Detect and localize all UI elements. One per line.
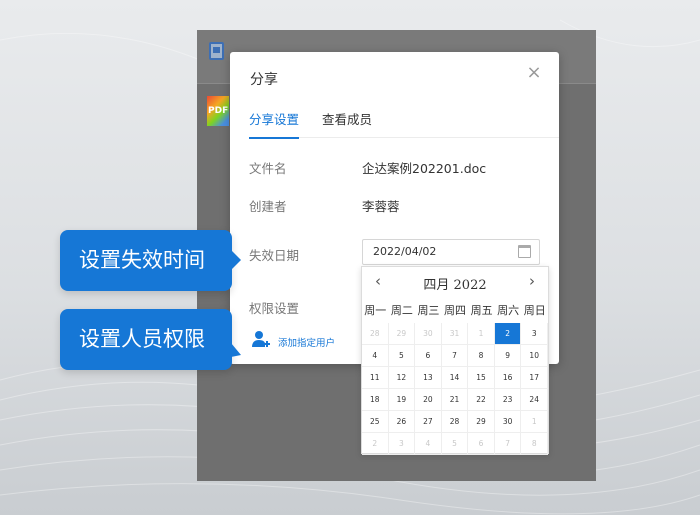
calendar-day[interactable]: 20 [415, 389, 442, 411]
calendar-day[interactable]: 11 [362, 367, 389, 389]
calendar-month-title: 四月 2022 [423, 278, 487, 293]
add-user-label: 添加指定用户 [278, 338, 336, 349]
calendar-day[interactable]: 14 [441, 367, 469, 389]
tab-share-settings[interactable]: 分享设置 [249, 109, 300, 139]
calendar-day[interactable]: 9 [494, 345, 522, 367]
calendar-day[interactable]: 31 [441, 323, 469, 345]
calendar-day[interactable]: 3 [388, 433, 416, 455]
calendar-day[interactable]: 12 [388, 367, 416, 389]
calendar-day[interactable]: 6 [415, 345, 442, 367]
calendar-day[interactable]: 7 [441, 345, 469, 367]
calendar-day-selected[interactable]: 2 [494, 323, 522, 345]
calendar-day[interactable]: 30 [415, 323, 442, 345]
filename-label: 文件名 [249, 161, 287, 176]
calendar-day[interactable]: 27 [415, 411, 442, 433]
calendar-day[interactable]: 10 [521, 345, 548, 367]
callout-expire-time: 设置失效时间 [60, 230, 241, 291]
calendar-weekday: 周六 [497, 304, 520, 317]
creator-label: 创建者 [249, 199, 287, 214]
chevron-right-icon[interactable]: › [524, 273, 540, 289]
calendar-day[interactable]: 23 [494, 389, 522, 411]
dialog-title: 分享 [250, 72, 278, 88]
calendar-day[interactable]: 4 [415, 433, 442, 455]
calendar-day[interactable]: 1 [521, 411, 548, 433]
permission-label: 权限设置 [249, 301, 300, 316]
calendar-day[interactable]: 19 [388, 389, 416, 411]
calendar-day[interactable]: 7 [494, 433, 522, 455]
expire-date-value: 2022/04/02 [373, 245, 437, 258]
calendar-day[interactable]: 29 [388, 323, 416, 345]
calendar-header: ‹ 四月 2022 › [362, 267, 548, 297]
calendar-day[interactable]: 25 [362, 411, 389, 433]
calendar-day[interactable]: 28 [441, 411, 469, 433]
calendar-day[interactable]: 18 [362, 389, 389, 411]
calendar-day[interactable]: 21 [441, 389, 469, 411]
calendar-day[interactable]: 26 [388, 411, 416, 433]
calendar-day[interactable]: 16 [494, 367, 522, 389]
calendar-icon[interactable] [518, 245, 531, 258]
calendar-weekday: 周二 [390, 304, 413, 317]
calendar-day[interactable]: 13 [415, 367, 442, 389]
calendar-day[interactable]: 3 [521, 323, 548, 345]
tab-view-members[interactable]: 查看成员 [322, 109, 372, 137]
calendar-weekday: 周三 [417, 304, 440, 317]
creator-value: 李蓉蓉 [362, 199, 400, 214]
calendar-days-grid: 28 29 30 31 1 2 3 4 5 6 7 8 9 10 11 12 13 14 15 16 17 18 19 20 2… [362, 323, 548, 455]
calendar-day[interactable]: 1 [468, 323, 495, 345]
callout-permission: 设置人员权限 [60, 309, 241, 370]
calendar-weekday: 周日 [523, 304, 546, 317]
filename-value: 企达案例202201.doc [362, 161, 487, 176]
calendar-weekday: 周四 [444, 304, 467, 317]
calendar-weekday: 周五 [470, 304, 493, 317]
calendar-weekdays: 周一 周二 周三 周四 周五 周六 周日 [362, 300, 548, 322]
calendar-day[interactable]: 29 [468, 411, 495, 433]
add-user-icon [252, 331, 270, 347]
calendar-day[interactable]: 30 [494, 411, 522, 433]
calendar-day[interactable]: 8 [521, 433, 548, 455]
calendar-day[interactable]: 8 [468, 345, 495, 367]
calendar-day[interactable]: 15 [468, 367, 495, 389]
calendar-weekday: 周一 [364, 304, 387, 317]
calendar-day[interactable]: 5 [388, 345, 416, 367]
calendar-day[interactable]: 2 [362, 433, 389, 455]
calendar-day[interactable]: 6 [468, 433, 495, 455]
calendar-day[interactable]: 5 [441, 433, 469, 455]
expire-date-input[interactable]: 2022/04/02 [362, 239, 540, 265]
document-icon [209, 42, 224, 60]
close-icon[interactable]: × [525, 64, 543, 82]
calendar-day[interactable]: 17 [521, 367, 548, 389]
expire-date-label: 失效日期 [249, 248, 300, 263]
calendar-day[interactable]: 24 [521, 389, 548, 411]
calendar-day[interactable]: 4 [362, 345, 389, 367]
calendar-day[interactable]: 22 [468, 389, 495, 411]
calendar-day[interactable]: 28 [362, 323, 389, 345]
dialog-tabs: 分享设置 查看成员 [249, 104, 559, 139]
pdf-file-icon: PDF [207, 96, 229, 126]
date-picker: ‹ 四月 2022 › 周一 周二 周三 周四 周五 周六 周日 28 29 30 31 1 2 3 4 5… [361, 266, 549, 455]
